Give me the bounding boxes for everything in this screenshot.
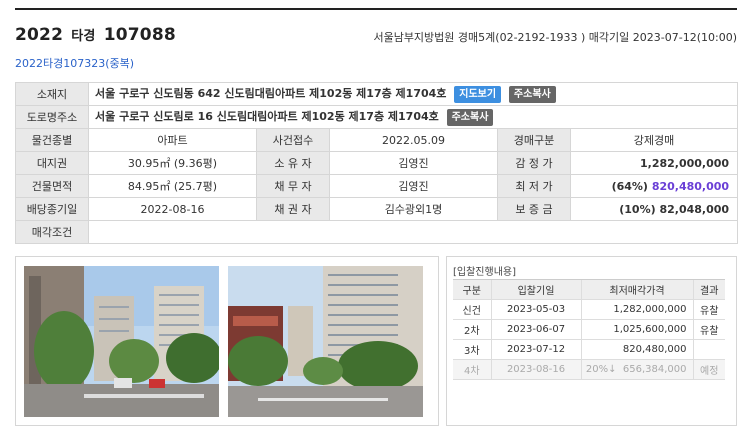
building-area-label: 건물면적 — [15, 174, 89, 198]
item-type-value: 아파트 — [88, 128, 257, 152]
date-cell: 2023-05-03 — [490, 299, 581, 320]
result-cell: 예정 — [692, 359, 725, 380]
bidding-header-row: 구분 입찰기일 최저매각가격 결과 — [453, 279, 725, 300]
minimum-price-percent: (64%) — [611, 179, 648, 193]
copy-address-button[interactable]: 주소복사 — [508, 85, 556, 103]
property-info-table: 소재지 서울 구로구 신도림동 642 신도림대림아파트 제102동 제17층 … — [15, 82, 739, 244]
debtor-label: 채 무 자 — [256, 174, 330, 198]
date-cell: 2023-08-16 — [490, 359, 581, 380]
case-number: 107088 — [103, 25, 176, 45]
info-row: 대지권 30.95㎡ (9.36평) 소 유 자 김영진 감 정 가 1,282… — [15, 151, 739, 175]
sale-condition-value — [87, 220, 739, 244]
address-row: 소재지 서울 구로구 신도림동 642 신도림대림아파트 제102동 제17층 … — [15, 82, 739, 106]
duplicate-case-link[interactable]: 2022타경107323(중복) — [15, 55, 134, 71]
creditor-label: 채 권 자 — [256, 197, 330, 221]
court-name: 서울남부지방법원 — [373, 31, 455, 44]
table-row: 2차 2023-06-07 1,025,600,000 유찰 — [453, 319, 725, 340]
round-cell: 신건 — [453, 299, 491, 320]
table-row: 4차 2023-08-16 20%↓ 656,384,000 예정 — [453, 359, 725, 380]
deposit-value: (10%) 82,048,000 — [569, 197, 739, 221]
copy-road-address-button[interactable]: 주소복사 — [446, 108, 494, 126]
table-row: 신건 2023-05-03 1,282,000,000 유찰 — [453, 299, 725, 320]
property-photo-1[interactable] — [24, 266, 219, 417]
case-received-value: 2022.05.09 — [329, 128, 498, 152]
court-info: 서울남부지방법원 경매5계(02-2192-1933 ) 매각기일 2023-0… — [373, 29, 737, 45]
owner-value: 김영진 — [329, 151, 498, 175]
price-cell: 1,282,000,000 — [580, 299, 693, 320]
appraisal-value: 1,282,000,000 — [569, 151, 739, 175]
property-photo-2[interactable] — [228, 266, 423, 417]
appraisal-label: 감 정 가 — [497, 151, 571, 175]
court-dept: 경매5계(02-2192-1933 ) — [457, 31, 586, 44]
land-right-label: 대지권 — [15, 151, 89, 175]
minimum-price-value: 820,480,000 — [651, 179, 730, 193]
dividend-deadline-label: 배당종기일 — [15, 197, 89, 221]
price-value: 1,025,600,000 — [613, 324, 687, 335]
deposit-label: 보 증 금 — [497, 197, 571, 221]
road-address-text: 서울 구로구 신도림로 16 신도림대림아파트 제102동 제17층 제1704… — [95, 110, 439, 124]
debtor-value: 김영진 — [329, 174, 498, 198]
result-cell: 유찰 — [692, 299, 725, 320]
table-row: 3차 2023-07-12 820,480,000 — [453, 339, 725, 360]
date-cell: 2023-06-07 — [490, 319, 581, 340]
sale-date: 2023-07-12(10:00) — [632, 31, 737, 44]
map-view-button[interactable]: 지도보기 — [454, 85, 502, 103]
land-right-value: 30.95㎡ (9.36평) — [88, 151, 257, 175]
minimum-price-label: 최 저 가 — [497, 174, 571, 198]
bidding-title: [입찰진행내용] — [453, 267, 517, 278]
building-area-value: 84.95㎡ (25.7평) — [88, 174, 257, 198]
auction-type-value: 강제경매 — [569, 128, 739, 152]
sale-condition-label: 매각조건 — [15, 220, 89, 244]
result-cell — [692, 339, 725, 360]
result-cell: 유찰 — [692, 319, 725, 340]
address-label: 소재지 — [15, 82, 89, 106]
info-row: 배당종기일 2022-08-16 채 권 자 김수광외1명 보 증 금 (10%… — [15, 197, 739, 221]
price-value: 820,480,000 — [622, 344, 687, 355]
header-min-price: 최저매각가격 — [580, 279, 693, 300]
bidding-table: 구분 입찰기일 최저매각가격 결과 신건 2023-05-03 1,282,00… — [453, 279, 725, 380]
round-cell: 4차 — [453, 359, 491, 380]
price-cell: 1,025,600,000 — [580, 319, 693, 340]
header-round: 구분 — [453, 279, 491, 300]
case-year: 2022 — [15, 25, 64, 45]
auction-type-label: 경매구분 — [497, 128, 571, 152]
case-number-title: 2022 타경 107088 — [15, 25, 176, 45]
round-cell: 3차 — [453, 339, 491, 360]
header-result: 결과 — [692, 279, 725, 300]
minimum-price-cell: (64%) 820,480,000 — [569, 174, 739, 198]
road-address-row: 도로명주소 서울 구로구 신도림로 16 신도림대림아파트 제102동 제17층… — [15, 105, 739, 129]
header-rule — [15, 8, 737, 10]
price-cell: 20%↓ 656,384,000 — [580, 359, 693, 380]
date-cell: 2023-07-12 — [490, 339, 581, 360]
owner-label: 소 유 자 — [256, 151, 330, 175]
case-type: 타경 — [71, 29, 96, 44]
header-date: 입찰기일 — [490, 279, 581, 300]
info-row: 건물면적 84.95㎡ (25.7평) 채 무 자 김영진 최 저 가 (64%… — [15, 174, 739, 198]
bidding-panel: [입찰진행내용] 구분 입찰기일 최저매각가격 결과 신건 2023-05-03… — [446, 256, 737, 426]
case-received-label: 사건접수 — [256, 128, 330, 152]
price-cell: 820,480,000 — [580, 339, 693, 360]
price-value: 656,384,000 — [622, 364, 687, 375]
condition-row: 매각조건 — [15, 220, 739, 244]
road-address-label: 도로명주소 — [15, 105, 89, 129]
road-address-cell: 서울 구로구 신도림로 16 신도림대림아파트 제102동 제17층 제1704… — [87, 105, 739, 129]
price-percent: 20%↓ — [585, 364, 617, 375]
round-cell: 2차 — [453, 319, 491, 340]
dividend-deadline-value: 2022-08-16 — [88, 197, 257, 221]
sale-date-label: 매각기일 — [588, 31, 630, 44]
photo-panel — [15, 256, 439, 426]
item-type-label: 물건종별 — [15, 128, 89, 152]
address-text: 서울 구로구 신도림동 642 신도림대림아파트 제102동 제17층 제170… — [95, 87, 447, 101]
info-row: 물건종별 아파트 사건접수 2022.05.09 경매구분 강제경매 — [15, 128, 739, 152]
creditor-value: 김수광외1명 — [329, 197, 498, 221]
price-value: 1,282,000,000 — [613, 304, 687, 315]
address-cell: 서울 구로구 신도림동 642 신도림대림아파트 제102동 제17층 제170… — [87, 82, 739, 106]
